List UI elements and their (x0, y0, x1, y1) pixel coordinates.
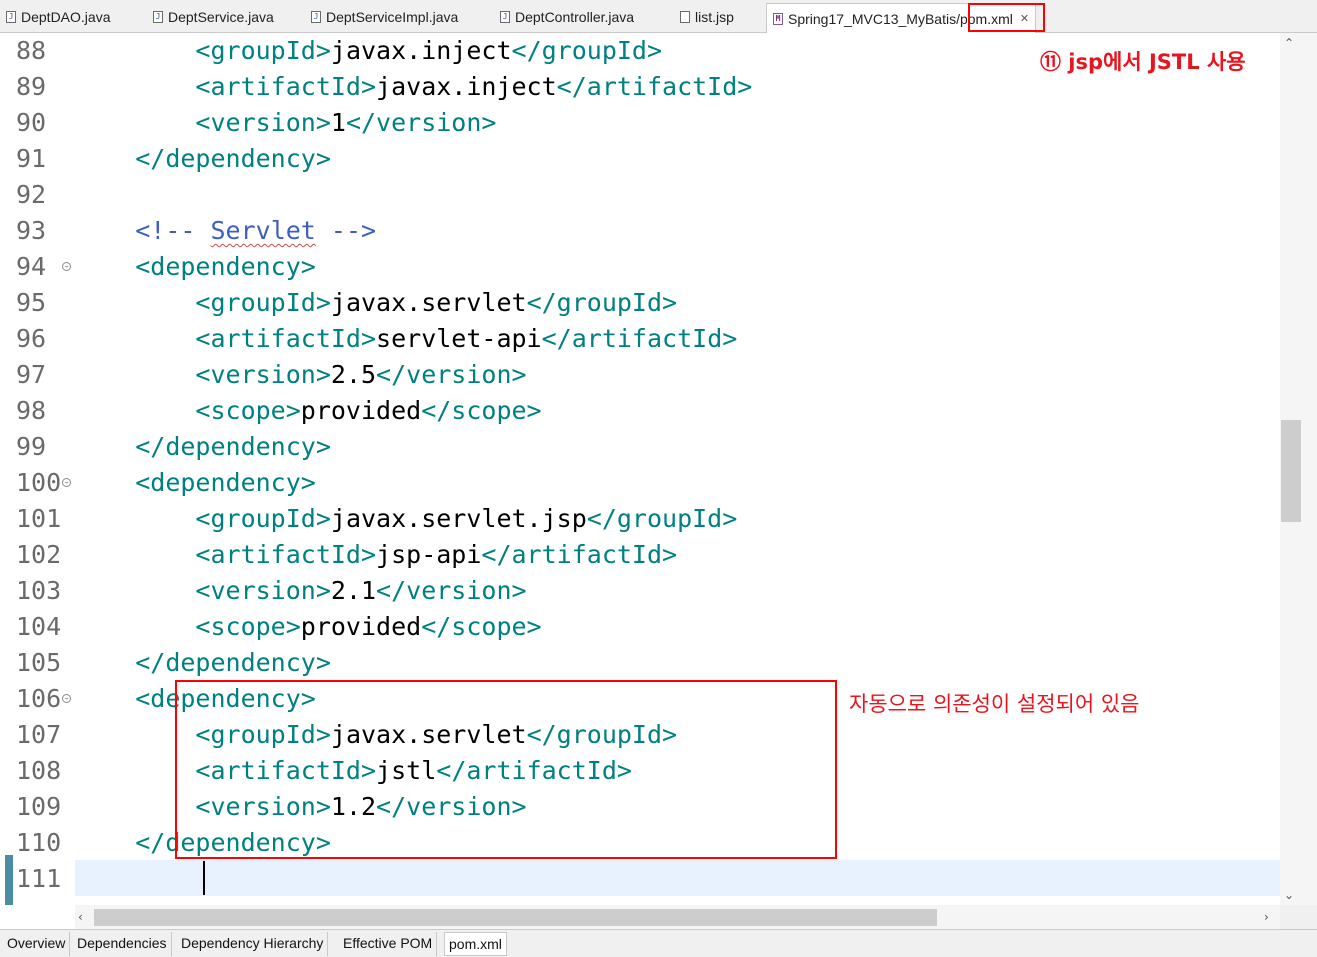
scroll-right-icon[interactable]: › (1264, 910, 1269, 924)
jsp-file-icon (680, 11, 690, 23)
line-number: 93 (16, 216, 47, 245)
line-number: 98 (16, 396, 47, 425)
code-line[interactable]: <groupId>javax.inject</groupId> (75, 33, 662, 69)
line-number: 103 (16, 576, 62, 605)
fold-toggle-icon[interactable]: – (62, 262, 71, 271)
tab-label: list.jsp (695, 9, 734, 25)
tab-deptserviceimpl-java[interactable]: J DeptServiceImpl.java (311, 3, 458, 31)
change-marker (5, 855, 13, 905)
java-file-icon: J (153, 11, 163, 23)
code-line[interactable]: <artifactId>jsp-api</artifactId> (75, 537, 677, 573)
tab-pom-xml[interactable]: M Spring17_MVC13_MyBatis/pom.xml ✕ (766, 3, 1037, 33)
line-number: 111 (16, 864, 62, 893)
pom-editor-page-tabs: Overview Dependencies Dependency Hierarc… (0, 929, 1317, 957)
code-line[interactable]: <scope>provided</scope> (75, 609, 541, 645)
line-number: 89 (16, 72, 47, 101)
code-line[interactable]: <artifactId>javax.inject</artifactId> (75, 69, 752, 105)
line-number: 94 (16, 252, 47, 281)
line-number: 95 (16, 288, 47, 317)
current-line-highlight (75, 860, 1280, 896)
line-number: 101 (16, 504, 62, 533)
tab-dependencies[interactable]: Dependencies (73, 932, 172, 956)
line-number: 99 (16, 432, 47, 461)
editor-tab-bar: J DeptDAO.java J DeptService.java J Dept… (0, 0, 1317, 33)
line-number: 106 (16, 684, 62, 713)
tab-list-jsp[interactable]: list.jsp (680, 3, 734, 31)
line-number: 90 (16, 108, 47, 137)
gutter-bottom (0, 905, 75, 929)
line-number: 100 (16, 468, 62, 497)
maven-pom-icon: M (773, 12, 783, 25)
text-cursor (203, 861, 205, 895)
code-line[interactable]: <version>2.5</version> (75, 357, 526, 393)
code-line[interactable]: <version>1</version> (75, 105, 496, 141)
code-line[interactable]: <!-- Servlet --> (75, 213, 376, 249)
tab-dependency-hierarchy[interactable]: Dependency Hierarchy (177, 932, 329, 956)
line-number-gutter: 88 89 90 91 92 93 94–95 96 97 98 99 100–101 102 103 10… (0, 33, 75, 905)
tab-label: DeptDAO.java (21, 9, 111, 25)
tab-label: DeptServiceImpl.java (326, 9, 459, 25)
code-line[interactable]: <dependency> (75, 249, 316, 285)
line-number: 88 (16, 36, 47, 65)
annotation-title: ⑪ jsp에서 JSTL 사용 (1040, 50, 1246, 74)
java-file-icon: J (500, 11, 510, 23)
line-number: 91 (16, 144, 47, 173)
vertical-scroll-thumb[interactable] (1281, 420, 1301, 522)
tab-overview[interactable]: Overview (3, 932, 71, 956)
code-line[interactable]: <scope>provided</scope> (75, 393, 541, 429)
code-line[interactable]: <groupId>javax.servlet</groupId> (75, 285, 677, 321)
code-line[interactable]: <artifactId>servlet-api</artifactId> (75, 321, 737, 357)
line-number: 108 (16, 756, 62, 785)
line-number: 110 (16, 828, 62, 857)
line-number: 105 (16, 648, 62, 677)
line-number: 92 (16, 180, 47, 209)
code-line[interactable]: </dependency> (75, 429, 331, 465)
scroll-left-icon[interactable]: ‹ (78, 910, 83, 924)
tab-deptcontroller-java[interactable]: J DeptController.java (500, 3, 634, 31)
java-file-icon: J (6, 11, 16, 23)
tab-label: DeptService.java (168, 9, 274, 25)
java-file-icon: J (311, 11, 321, 23)
line-number: 107 (16, 720, 62, 749)
code-line[interactable]: </dependency> (75, 141, 331, 177)
line-number: 97 (16, 360, 47, 389)
fold-toggle-icon[interactable]: – (62, 478, 71, 487)
tab-label: Spring17_MVC13_MyBatis/pom.xml (788, 10, 1013, 27)
line-number: 96 (16, 324, 47, 353)
close-icon[interactable]: ✕ (1020, 12, 1029, 25)
tab-effective-pom[interactable]: Effective POM (339, 932, 438, 956)
code-line[interactable]: <version>2.1</version> (75, 573, 526, 609)
line-number: 104 (16, 612, 62, 641)
tab-pom-xml-source[interactable]: pom.xml (444, 932, 507, 956)
scroll-down-icon[interactable]: ⌄ (1284, 888, 1294, 902)
line-number: 109 (16, 792, 62, 821)
code-line[interactable]: </dependency> (75, 645, 331, 681)
scrollbar-corner (1280, 905, 1317, 929)
fold-toggle-icon[interactable]: – (62, 694, 71, 703)
tab-label: DeptController.java (515, 9, 635, 25)
tab-deptdao-java[interactable]: J DeptDAO.java (6, 3, 110, 31)
tab-deptservice-java[interactable]: J DeptService.java (153, 3, 274, 31)
code-line[interactable]: <dependency> (75, 465, 316, 501)
code-line[interactable]: <groupId>javax.servlet.jsp</groupId> (75, 501, 737, 537)
scroll-up-icon[interactable]: ⌃ (1284, 36, 1294, 50)
annotation-highlight-box (175, 680, 837, 859)
annotation-note: 자동으로 의존성이 설정되어 있음 (849, 692, 1140, 716)
horizontal-scroll-thumb[interactable] (94, 909, 937, 926)
line-number: 102 (16, 540, 62, 569)
